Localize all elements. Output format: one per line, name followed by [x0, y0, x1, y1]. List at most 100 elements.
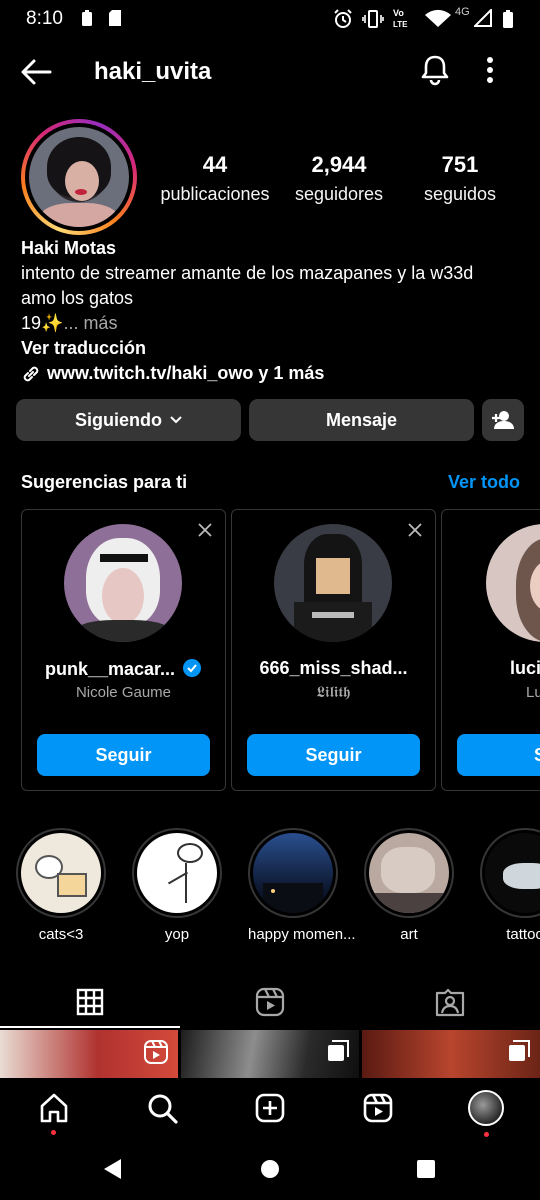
profile-avatar[interactable] [21, 119, 137, 235]
profile-bio: Haki Motas intento de streamer amante de… [21, 236, 521, 386]
suggestion-username: luci [510, 658, 540, 678]
highlight-item[interactable]: tattoo [480, 828, 540, 943]
recents-nav-icon[interactable] [416, 1159, 436, 1179]
followers-label: seguidores [294, 184, 384, 204]
tab-reels[interactable] [180, 975, 360, 1028]
follow-button[interactable]: Seguir [37, 734, 210, 776]
svg-text:Vo: Vo [393, 8, 404, 18]
nav-reels[interactable] [362, 1092, 394, 1129]
system-navigation-bar [0, 1138, 540, 1200]
profile-tabs [0, 975, 540, 1028]
avatar-photo [29, 127, 129, 227]
tab-tagged[interactable] [360, 975, 540, 1028]
alarm-icon [334, 9, 352, 28]
carousel-indicator-icon [509, 1040, 530, 1061]
follow-button[interactable]: Se [457, 734, 540, 776]
stat-posts[interactable]: 44 publicaciones [154, 152, 276, 205]
status-time: 8:10 [26, 8, 63, 29]
highlight-cover [369, 833, 449, 913]
highlight-item[interactable]: cats<3 [16, 828, 106, 943]
highlight-item[interactable]: art [364, 828, 454, 943]
bio-line-2: amo los gatos [21, 288, 134, 308]
suggestion-card[interactable]: 666_miss_shad... 𝕷𝖎𝖑𝖎𝖙𝖍 Seguir [231, 509, 436, 791]
bio-line-1: intento de streamer amante de los mazapa… [21, 263, 474, 283]
notification-dot [484, 1132, 489, 1137]
grid-icon [76, 988, 104, 1015]
suggestion-card[interactable]: luci Lu Se [441, 509, 540, 791]
network-type: 4G [455, 6, 470, 18]
link-icon [23, 366, 39, 381]
suggestion-username: punk__macar... [22, 658, 225, 680]
bio-more-link[interactable]: ... más [63, 313, 117, 333]
post-thumbnail[interactable] [0, 1030, 178, 1078]
reels-icon [363, 1093, 393, 1123]
suggestion-fullname: Lu [526, 684, 540, 701]
followers-count: 2,944 [311, 152, 367, 177]
tab-grid[interactable] [0, 975, 180, 1028]
see-translation-link[interactable]: Ver traducción [21, 336, 521, 361]
wifi-icon [425, 9, 451, 27]
suggestion-username: 666_miss_shad... [259, 658, 408, 678]
highlight-item[interactable]: yop [132, 828, 222, 943]
highlight-cover [485, 833, 540, 913]
suggestion-avatar[interactable] [486, 524, 540, 642]
following-button[interactable]: Siguiendo [16, 399, 241, 441]
more-options-icon[interactable] [486, 56, 494, 84]
search-icon [148, 1094, 178, 1124]
reels-icon [255, 987, 285, 1016]
nav-create[interactable] [254, 1092, 286, 1129]
back-nav-icon[interactable] [103, 1158, 123, 1180]
svg-text:LTE: LTE [393, 20, 408, 29]
suggestions-title: Sugerencias para ti [21, 472, 188, 492]
highlight-cover [253, 833, 333, 913]
stat-followers[interactable]: 2,944 seguidores [285, 152, 393, 205]
create-post-icon [255, 1093, 285, 1123]
suggestion-avatar[interactable] [64, 524, 182, 642]
highlight-label: yop [164, 926, 190, 943]
volte-icon: Vo LTE [393, 8, 408, 29]
add-person-icon [492, 411, 514, 429]
suggestion-fullname: Nicole Gaume [75, 684, 172, 701]
home-nav-icon[interactable] [260, 1159, 280, 1179]
notification-dot [51, 1130, 56, 1135]
follow-button[interactable]: Seguir [247, 734, 420, 776]
profile-header: haki_uvita [0, 40, 540, 104]
battery-saver-icon [82, 10, 92, 26]
back-arrow-icon[interactable] [20, 58, 52, 86]
sd-card-icon [109, 10, 121, 26]
following-label: Siguiendo [75, 409, 162, 430]
message-button[interactable]: Mensaje [249, 399, 474, 441]
close-icon[interactable] [197, 522, 213, 538]
highlight-item[interactable]: happy momen... [248, 828, 356, 943]
stat-following[interactable]: 751 seguidos [410, 152, 510, 205]
nav-profile[interactable] [468, 1090, 504, 1137]
bio-website-link[interactable]: www.twitch.tv/haki_owo y 1 más [21, 361, 521, 386]
highlight-label: happy momen... [248, 926, 356, 943]
see-all-link[interactable]: Ver todo [448, 472, 520, 493]
suggestion-fullname: 𝕷𝖎𝖑𝖎𝖙𝖍 [316, 684, 351, 701]
battery-icon [503, 10, 513, 28]
website-text: www.twitch.tv/haki_owo y 1 más [47, 363, 325, 383]
suggestion-avatar[interactable] [274, 524, 392, 642]
header-username: haki_uvita [94, 58, 212, 85]
bio-line-3: 19✨ [21, 313, 64, 333]
following-count: 751 [441, 152, 479, 177]
posts-grid [0, 1030, 540, 1078]
bottom-navigation [0, 1078, 540, 1138]
suggestion-card[interactable]: punk__macar... Nicole Gaume Seguir [21, 509, 226, 791]
suggested-people-button[interactable] [482, 399, 524, 441]
nav-home[interactable] [38, 1092, 70, 1135]
chevron-down-icon [170, 416, 182, 424]
highlight-cover [21, 833, 101, 913]
highlight-label: art [400, 926, 418, 943]
post-thumbnail[interactable] [362, 1030, 540, 1078]
home-icon [40, 1093, 68, 1123]
nav-search[interactable] [146, 1092, 178, 1129]
post-thumbnail[interactable] [181, 1030, 359, 1078]
verified-badge-icon [183, 659, 202, 677]
notifications-bell-icon[interactable] [420, 54, 450, 86]
profile-name: Haki Motas [21, 238, 117, 258]
signal-icon [474, 9, 492, 27]
profile-avatar-icon [468, 1090, 504, 1126]
close-icon[interactable] [407, 522, 423, 538]
